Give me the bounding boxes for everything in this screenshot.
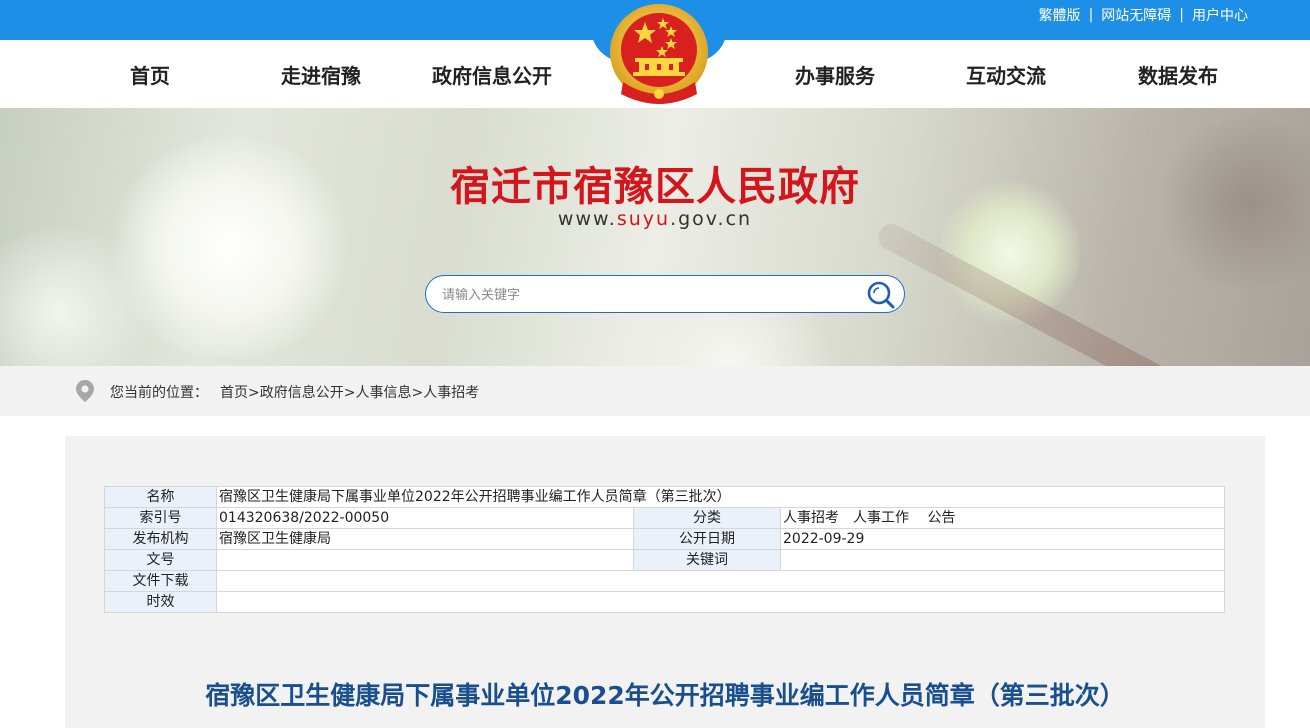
location-pin-icon xyxy=(76,380,94,402)
url-suffix: .gov.cn xyxy=(670,208,753,230)
site-url: www.suyu.gov.cn xyxy=(0,208,1310,230)
table-row: 文号 关键词 xyxy=(104,549,1225,571)
breadcrumb-personnel[interactable]: 人事信息 xyxy=(355,385,411,401)
breadcrumb-separator: > xyxy=(343,385,356,401)
banner: 宿迁市宿豫区人民政府 www.suyu.gov.cn xyxy=(0,108,1310,366)
docno-label: 文号 xyxy=(104,549,217,571)
emblem-icon xyxy=(610,4,708,104)
category-value: 人事招考 人事工作 公告 xyxy=(780,507,1225,529)
breadcrumb-bar: 您当前的位置： 首页>政府信息公开>人事信息>人事招考 xyxy=(0,366,1310,416)
breadcrumb-separator: > xyxy=(411,385,424,401)
keywords-label: 关键词 xyxy=(633,549,781,571)
search-button[interactable] xyxy=(866,280,896,310)
top-links: 繁體版 | 网站无障碍 | 用户中心 xyxy=(1039,5,1248,25)
docno-value xyxy=(216,549,634,571)
date-value: 2022-09-29 xyxy=(780,528,1225,550)
index-label: 索引号 xyxy=(104,507,217,529)
nav-item-about[interactable]: 走进宿豫 xyxy=(261,40,381,108)
url-highlight: suyu xyxy=(616,208,671,230)
table-row: 发布机构 宿豫区卫生健康局 公开日期 2022-09-29 xyxy=(104,528,1225,550)
breadcrumb-label: 您当前的位置： xyxy=(110,385,208,401)
table-row: 文件下载 xyxy=(104,570,1225,592)
breadcrumb-separator: > xyxy=(248,385,260,401)
publisher-label: 发布机构 xyxy=(104,528,217,550)
download-label: 文件下载 xyxy=(104,570,217,592)
breadcrumb-home[interactable]: 首页 xyxy=(220,385,248,401)
index-value: 014320638/2022-00050 xyxy=(216,507,634,529)
table-row: 时效 xyxy=(104,591,1225,613)
national-emblem[interactable] xyxy=(591,0,727,110)
site-title: 宿迁市宿豫区人民政府 xyxy=(450,163,860,210)
search-icon xyxy=(867,281,895,309)
breadcrumb: 您当前的位置： 首页>政府信息公开>人事信息>人事招考 xyxy=(110,382,479,402)
category-label: 分类 xyxy=(633,507,781,529)
user-center-link[interactable]: 用户中心 xyxy=(1192,5,1248,25)
separator: | xyxy=(1179,7,1184,23)
download-value xyxy=(216,570,1225,592)
nav-item-home[interactable]: 首页 xyxy=(90,40,210,108)
name-value: 宿豫区卫生健康局下属事业单位2022年公开招聘事业编工作人员简章（第三批次） xyxy=(216,486,1225,508)
table-row: 索引号 014320638/2022-00050 分类 人事招考 人事工作 公告 xyxy=(104,507,1225,529)
validity-value xyxy=(216,591,1225,613)
article-title: 宿豫区卫生健康局下属事业单位2022年公开招聘事业编工作人员简章（第三批次） xyxy=(205,681,1125,710)
breadcrumb-recruitment[interactable]: 人事招考 xyxy=(423,385,479,401)
url-prefix: www. xyxy=(557,208,617,230)
content-panel: 名称 宿豫区卫生健康局下属事业单位2022年公开招聘事业编工作人员简章（第三批次… xyxy=(65,436,1265,728)
separator: | xyxy=(1088,7,1094,23)
keywords-value xyxy=(780,549,1225,571)
nav-item-gov-info[interactable]: 政府信息公开 xyxy=(422,40,562,108)
info-table: 名称 宿豫区卫生健康局下属事业单位2022年公开招聘事业编工作人员简章（第三批次… xyxy=(104,486,1225,613)
traditional-chinese-link[interactable]: 繁體版 xyxy=(1039,5,1081,25)
validity-label: 时效 xyxy=(104,591,217,613)
search-input[interactable] xyxy=(440,282,844,308)
name-label: 名称 xyxy=(104,486,217,508)
nav-item-interaction[interactable]: 互动交流 xyxy=(946,40,1066,108)
nav-item-data[interactable]: 数据发布 xyxy=(1118,40,1238,108)
table-row: 名称 宿豫区卫生健康局下属事业单位2022年公开招聘事业编工作人员简章（第三批次… xyxy=(104,486,1225,508)
breadcrumb-gov-info[interactable]: 政府信息公开 xyxy=(260,385,344,401)
nav-item-services[interactable]: 办事服务 xyxy=(775,40,895,108)
search-box xyxy=(425,275,905,313)
publisher-value: 宿豫区卫生健康局 xyxy=(216,528,634,550)
date-label: 公开日期 xyxy=(633,528,781,550)
accessibility-link[interactable]: 网站无障碍 xyxy=(1101,5,1171,25)
